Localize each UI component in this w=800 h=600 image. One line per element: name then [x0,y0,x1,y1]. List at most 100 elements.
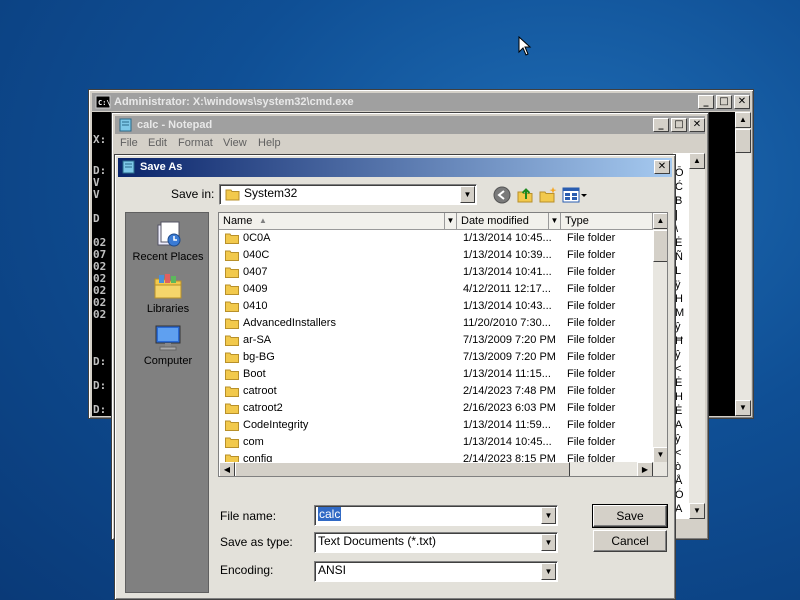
new-folder-icon[interactable] [539,186,557,204]
file-type: File folder [567,351,616,363]
save-as-titlebar[interactable]: Save As ✕ [118,158,672,177]
folder-icon [225,301,239,312]
notepad-scroll-up-button[interactable]: ▲ [689,153,705,169]
menu-file[interactable]: File [120,137,138,149]
cmd-scroll-up-button[interactable]: ▲ [735,112,751,128]
back-icon[interactable] [493,186,511,204]
encoding-dropdown-button[interactable]: ▼ [541,563,556,580]
file-list-scroll-right-button[interactable]: ▶ [637,462,653,476]
menu-help[interactable]: Help [258,137,281,149]
file-date: 7/13/2009 7:20 PM [463,351,556,363]
file-name: 0C0A [243,232,271,244]
notepad-titlebar[interactable]: calc - Notepad _ □ ✕ [115,116,705,134]
menu-view[interactable]: View [223,137,247,149]
file-list-scroll-thumb[interactable] [653,230,667,262]
file-row[interactable]: CodeIntegrity 1/13/2014 11:59... File fold… [219,417,653,434]
column-header-type[interactable]: Type [561,213,653,230]
file-name: catroot2 [243,402,283,414]
place-computer[interactable]: Computer [126,323,210,367]
file-row[interactable]: bg-BG 7/13/2009 7:20 PM File folder [219,349,653,366]
column-header-date[interactable]: Date modified ▼ [457,213,561,230]
save-button[interactable]: Save [592,504,668,528]
cmd-scroll-thumb[interactable] [735,129,751,153]
notepad-scroll-down-button[interactable]: ▼ [689,503,705,519]
file-row[interactable]: com 1/13/2014 10:45... File folder [219,434,653,451]
file-list-scroll-up-button[interactable]: ▲ [653,213,667,229]
folder-icon [225,335,239,346]
view-menu-icon[interactable] [562,186,588,204]
file-name: 040C [243,249,270,261]
file-list-scroll-left-button[interactable]: ◀ [219,462,235,476]
file-row[interactable]: 0407 1/13/2014 10:41... File folder [219,264,653,281]
file-name-label: File name: [220,509,277,523]
file-row[interactable]: ar-SA 7/13/2009 7:20 PM File folder [219,332,653,349]
folder-icon [225,284,239,295]
save-as-dialog[interactable]: Save As ✕ Save in: System32 ▼ Recent Pla… [114,154,676,600]
name-column-filter-button[interactable]: ▼ [444,213,456,229]
file-date: 7/13/2009 7:20 PM [463,334,556,346]
libraries-icon [126,271,210,303]
place-recent[interactable]: Recent Places [126,219,210,263]
folder-icon [225,420,239,431]
file-row[interactable]: AdvancedInstallers 11/20/2010 7:30... File… [219,315,653,332]
place-libraries[interactable]: Libraries [126,271,210,315]
notepad-close-button[interactable]: ✕ [689,118,705,132]
menu-edit[interactable]: Edit [148,137,167,149]
file-type: File folder [567,402,616,414]
encoding-dropdown[interactable]: ANSI ▼ [314,561,558,582]
cmd-maximize-button[interactable]: □ [716,95,732,109]
file-row[interactable]: catroot 2/14/2023 7:48 PM File folder [219,383,653,400]
file-list-vscrollbar[interactable]: ▲ ▼ [653,213,667,463]
folder-icon [225,250,239,261]
notepad-maximize-button[interactable]: □ [671,118,687,132]
cmd-close-button[interactable]: ✕ [734,95,750,109]
folder-icon [225,233,239,244]
notepad-text-char: Ć [675,181,683,193]
file-name-input[interactable]: calc ▼ [314,505,558,526]
file-date: 1/13/2014 10:45... [463,436,552,448]
up-folder-icon[interactable] [516,186,534,204]
cmd-minimize-button[interactable]: _ [698,95,714,109]
file-row[interactable]: 0C0A 1/13/2014 10:45... File folder [219,230,653,247]
notepad-text-char: В [675,195,683,207]
file-row[interactable]: Boot 1/13/2014 11:15... File folder [219,366,653,383]
file-row[interactable]: 0409 4/12/2011 12:17... File folder [219,281,653,298]
notepad-minimize-button[interactable]: _ [653,118,669,132]
save-as-close-button[interactable]: ✕ [654,160,670,174]
notepad-menubar: File Edit Format View Help [116,137,516,153]
places-bar: Recent Places Libraries Computer [125,212,209,593]
save-as-type-dropdown-button[interactable]: ▼ [541,534,556,551]
file-row[interactable]: 040C 1/13/2014 10:39... File folder [219,247,653,264]
file-row[interactable]: catroot2 2/16/2023 6:03 PM File folder [219,400,653,417]
cmd-title: Administrator: X:\windows\system32\cmd.e… [114,96,354,108]
date-column-filter-button[interactable]: ▼ [548,213,560,229]
file-type: File folder [567,317,616,329]
save-as-title: Save As [140,161,183,173]
cancel-button[interactable]: Cancel [593,530,667,552]
cmd-titlebar[interactable]: C:\ Administrator: X:\windows\system32\c… [92,93,750,111]
file-list-hscrollbar[interactable]: ◀ ▶ [219,462,667,476]
mouse-cursor-icon [518,36,532,56]
file-list[interactable]: Name ▲ ▼ Date modified ▼ Type 0C0A 1/13/2… [218,212,668,477]
file-date: 1/13/2014 10:39... [463,249,552,261]
cmd-scrollbar[interactable]: ▲ ▼ [735,112,751,416]
column-header-name[interactable]: Name ▲ ▼ [219,213,457,230]
file-date: 2/16/2023 6:03 PM [463,402,556,414]
place-label: Recent Places [132,251,204,263]
cmd-scroll-down-button[interactable]: ▼ [735,400,751,416]
notepad-scrollbar[interactable]: ▲ ▼ [689,153,705,519]
file-name: 0409 [243,283,268,295]
notepad-text-char: Ė [675,377,683,389]
save-as-type-dropdown[interactable]: Text Documents (*.txt) ▼ [314,532,558,553]
file-list-hscroll-thumb[interactable] [235,462,570,476]
file-name: AdvancedInstallers [243,317,336,329]
file-date: 1/13/2014 10:41... [463,266,552,278]
file-name: com [243,436,264,448]
file-list-scroll-down-button[interactable]: ▼ [653,447,667,463]
file-type: File folder [567,368,616,380]
file-row[interactable]: 0410 1/13/2014 10:43... File folder [219,298,653,315]
file-name-dropdown-button[interactable]: ▼ [541,507,556,524]
save-in-dropdown[interactable]: System32 ▼ [219,184,477,205]
save-in-dropdown-button[interactable]: ▼ [460,186,475,203]
menu-format[interactable]: Format [178,137,213,149]
